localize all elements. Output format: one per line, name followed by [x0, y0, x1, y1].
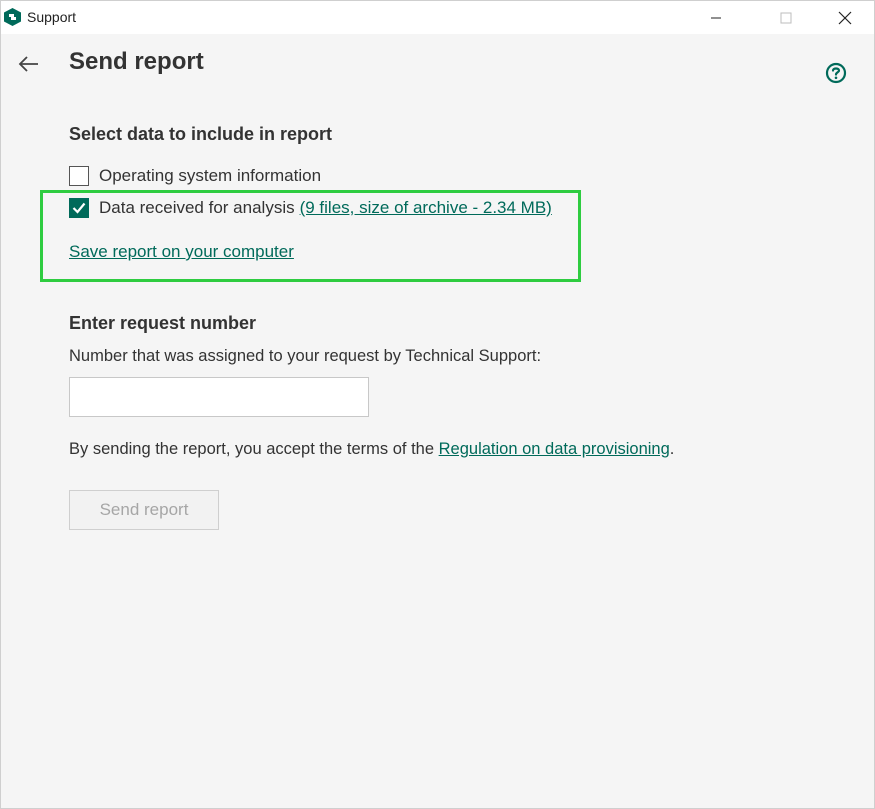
terms-text: By sending the report, you accept the te…: [69, 440, 674, 459]
arrow-left-icon[interactable]: [17, 53, 41, 75]
request-number-heading: Enter request number: [69, 313, 257, 333]
question-circle-icon[interactable]: [825, 62, 847, 84]
app-logo-icon: [4, 8, 21, 26]
terms-suffix: .: [669, 440, 675, 458]
archive-details-link[interactable]: (9 files, size of archive - 2.34 MB): [300, 198, 552, 218]
os-info-checkbox[interactable]: [69, 166, 89, 186]
close-icon: [838, 11, 852, 24]
os-info-label: Operating system information: [99, 166, 322, 185]
minimize-button[interactable]: [693, 1, 739, 34]
support-window: Support Send report Select data to inclu…: [0, 0, 875, 809]
maximize-button[interactable]: [763, 1, 809, 34]
window-title: Support: [27, 9, 77, 25]
checkmark-icon: [72, 202, 86, 214]
analysis-data-option[interactable]: Data received for analysis (9 files, siz…: [69, 198, 552, 218]
maximize-icon: [780, 12, 792, 23]
page-title: Send report: [69, 48, 204, 75]
terms-prefix: By sending the report, you accept the te…: [69, 440, 439, 458]
request-number-input[interactable]: [69, 377, 369, 417]
request-number-description: Number that was assigned to your request…: [69, 347, 542, 365]
close-button[interactable]: [822, 1, 868, 34]
send-report-button[interactable]: Send report: [69, 490, 219, 530]
minimize-icon: [711, 17, 721, 18]
save-report-link[interactable]: Save report on your computer: [69, 242, 294, 262]
analysis-data-checkbox[interactable]: [69, 198, 89, 218]
title-bar: Support: [1, 1, 874, 34]
os-info-option[interactable]: Operating system information: [69, 166, 321, 186]
regulation-link[interactable]: Regulation on data provisioning: [439, 440, 670, 458]
analysis-data-label: Data received for analysis: [99, 198, 295, 217]
select-data-heading: Select data to include in report: [69, 124, 333, 144]
